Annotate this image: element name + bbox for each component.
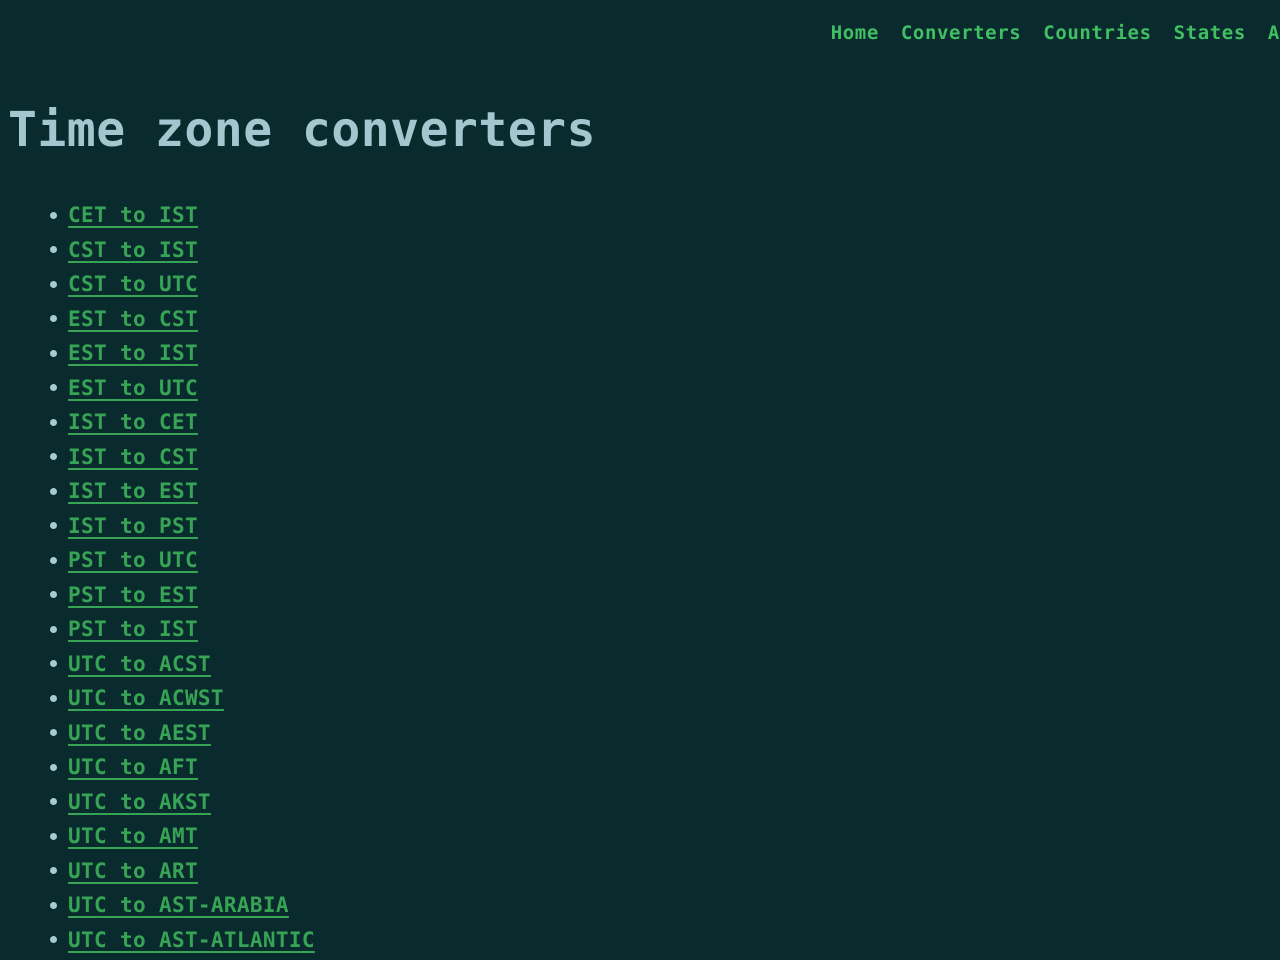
converter-link[interactable]: UTC to AKST xyxy=(68,790,211,814)
list-item: IST to CST xyxy=(50,440,315,475)
converter-link[interactable]: CST to IST xyxy=(68,238,198,262)
nav-link-home[interactable]: Home xyxy=(831,23,879,43)
converter-link[interactable]: UTC to AMT xyxy=(68,824,198,848)
bullet-icon xyxy=(50,487,57,495)
nav-link-label[interactable]: AWS xyxy=(1268,23,1280,43)
list-item: CET to IST xyxy=(50,198,315,233)
list-item: UTC to AMT xyxy=(50,819,315,854)
list-item: IST to CET xyxy=(50,405,315,440)
list-item: EST to UTC xyxy=(50,371,315,406)
list-item: UTC to ACWST xyxy=(50,681,315,716)
bullet-icon xyxy=(50,556,57,564)
page-title: Time zone converters xyxy=(8,102,596,158)
list-item: UTC to ART xyxy=(50,854,315,889)
list-item: UTC to AEST xyxy=(50,716,315,751)
nav-list: Home Converters Countries States AWS xyxy=(831,23,1280,43)
bullet-icon xyxy=(50,798,57,806)
bullet-icon xyxy=(50,315,57,323)
page-root: Home Converters Countries States AWS Time zo… xyxy=(0,0,1280,960)
converter-link[interactable]: CET to IST xyxy=(68,203,198,227)
converter-link[interactable]: EST to CST xyxy=(68,307,198,331)
nav-link-converters[interactable]: Converters xyxy=(901,23,1021,43)
bullet-icon xyxy=(50,660,57,668)
bullet-icon xyxy=(50,418,57,426)
bullet-icon xyxy=(50,591,57,599)
bullet-icon xyxy=(50,280,57,288)
converter-link[interactable]: EST to UTC xyxy=(68,376,198,400)
list-item: CST to IST xyxy=(50,233,315,268)
list-item: UTC to ACST xyxy=(50,647,315,682)
converter-link[interactable]: IST to EST xyxy=(68,479,198,503)
top-navigation: Home Converters Countries States AWS xyxy=(0,0,1280,66)
bullet-icon xyxy=(50,625,57,633)
list-item: UTC to AST-ATLANTIC xyxy=(50,923,315,958)
converter-link[interactable]: UTC to ACST xyxy=(68,652,211,676)
converter-link[interactable]: IST to PST xyxy=(68,514,198,538)
list-item: CST to UTC xyxy=(50,267,315,302)
converter-link[interactable]: UTC to ACWST xyxy=(68,686,224,710)
nav-link-label[interactable]: Countries xyxy=(1043,23,1151,43)
list-item: UTC to AKST xyxy=(50,785,315,820)
list-item: PST to IST xyxy=(50,612,315,647)
bullet-icon xyxy=(50,763,57,771)
list-item: UTC to AST-ARABIA xyxy=(50,888,315,923)
nav-link-states[interactable]: States xyxy=(1174,23,1246,43)
nav-link-label[interactable]: Converters xyxy=(901,23,1021,43)
bullet-icon xyxy=(50,211,57,219)
bullet-icon xyxy=(50,384,57,392)
bullet-icon xyxy=(50,694,57,702)
list-item: EST to IST xyxy=(50,336,315,371)
list-item: IST to EST xyxy=(50,474,315,509)
list-item: IST to PST xyxy=(50,509,315,544)
converter-link[interactable]: CST to UTC xyxy=(68,272,198,296)
list-item: UTC to AFT xyxy=(50,750,315,785)
converter-link[interactable]: PST to EST xyxy=(68,583,198,607)
bullet-icon xyxy=(50,832,57,840)
bullet-icon xyxy=(50,901,57,909)
converter-link[interactable]: UTC to AST-ARABIA xyxy=(68,893,289,917)
bullet-icon xyxy=(50,349,57,357)
nav-link-countries[interactable]: Countries xyxy=(1043,23,1151,43)
list-item: EST to CST xyxy=(50,302,315,337)
converter-link[interactable]: UTC to ART xyxy=(68,859,198,883)
converter-link[interactable]: PST to UTC xyxy=(68,548,198,572)
converter-link[interactable]: IST to CET xyxy=(68,410,198,434)
converter-link[interactable]: EST to IST xyxy=(68,341,198,365)
nav-link-label[interactable]: States xyxy=(1174,23,1246,43)
nav-link-aws[interactable]: AWS xyxy=(1268,23,1280,43)
converter-link[interactable]: UTC to AST-ATLANTIC xyxy=(68,928,315,952)
nav-link-label[interactable]: Home xyxy=(831,23,879,43)
bullet-icon xyxy=(50,867,57,875)
bullet-icon xyxy=(50,246,57,254)
converter-link[interactable]: UTC to AEST xyxy=(68,721,211,745)
converter-link[interactable]: UTC to AFT xyxy=(68,755,198,779)
converter-link-list: CET to IST CST to IST CST to UTC EST to CST… xyxy=(0,198,315,957)
bullet-icon xyxy=(50,729,57,737)
converter-link[interactable]: IST to CST xyxy=(68,445,198,469)
converter-link[interactable]: PST to IST xyxy=(68,617,198,641)
bullet-icon xyxy=(50,453,57,461)
bullet-icon xyxy=(50,936,57,944)
list-item: PST to UTC xyxy=(50,543,315,578)
list-item: PST to EST xyxy=(50,578,315,613)
bullet-icon xyxy=(50,522,57,530)
